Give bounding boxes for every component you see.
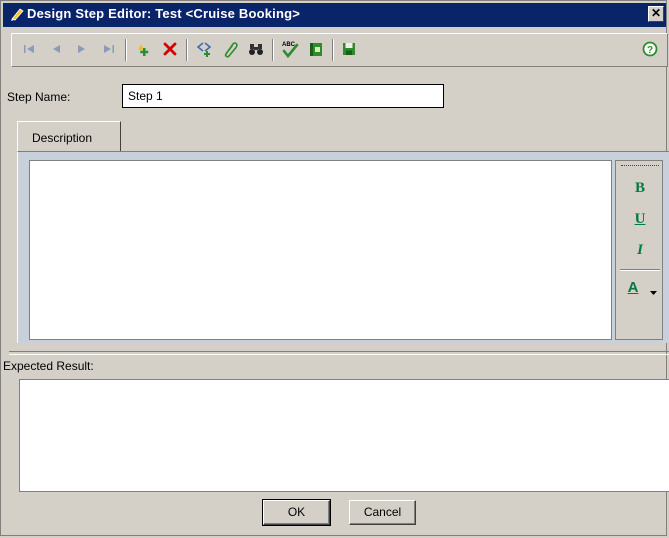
next-icon (75, 42, 89, 59)
insert-parameter-button[interactable] (193, 39, 215, 61)
spelling-button[interactable]: ABC (279, 39, 301, 61)
attachments-button[interactable] (219, 39, 241, 61)
tab-description[interactable]: Description (17, 121, 121, 152)
toolbar: ABC ? (11, 33, 668, 67)
window-title: Design Step Editor: Test <Cruise Booking… (27, 6, 301, 21)
first-icon (22, 42, 36, 59)
previous-icon (49, 42, 63, 59)
binoculars-icon (247, 40, 265, 61)
next-step-button[interactable] (71, 39, 93, 61)
spell-check-icon: ABC (280, 39, 300, 62)
delete-icon (162, 41, 178, 60)
toolbar-separator (332, 39, 334, 61)
pane-splitter[interactable] (9, 351, 669, 355)
svg-text:?: ? (647, 45, 653, 56)
help-button[interactable]: ? (639, 39, 661, 61)
thesaurus-button[interactable] (305, 39, 327, 61)
last-icon (102, 42, 116, 59)
toolbar-separator (186, 39, 188, 61)
book-icon (307, 40, 325, 61)
chevron-down-icon[interactable] (650, 285, 657, 299)
bold-button[interactable]: B (626, 177, 654, 199)
last-step-button[interactable] (98, 39, 120, 61)
step-name-input[interactable] (122, 84, 444, 108)
delete-step-button[interactable] (159, 39, 181, 61)
save-button[interactable] (338, 39, 360, 61)
format-separator (620, 269, 660, 271)
toolbar-separator (125, 39, 127, 61)
cancel-button[interactable]: Cancel (349, 500, 416, 525)
expected-result-label: Expected Result: (3, 359, 94, 373)
step-name-label: Step Name: (7, 90, 71, 104)
new-step-icon (134, 40, 152, 61)
underline-button[interactable]: U (626, 208, 654, 230)
save-icon (341, 41, 357, 60)
title-bar[interactable]: Design Step Editor: Test <Cruise Booking… (3, 3, 666, 27)
ok-button[interactable]: OK (262, 499, 331, 526)
toolbar-separator (272, 39, 274, 61)
first-step-button[interactable] (18, 39, 40, 61)
tab-description-label: Description (32, 131, 93, 145)
toolbar-grip[interactable] (621, 165, 659, 169)
design-step-editor-window: Design Step Editor: Test <Cruise Booking… (0, 0, 669, 536)
find-button[interactable] (245, 39, 267, 61)
close-button[interactable]: ✕ (648, 6, 664, 22)
pencil-icon (9, 6, 25, 22)
italic-button[interactable]: I (626, 239, 654, 261)
description-editor[interactable] (29, 160, 612, 340)
paperclip-icon (221, 40, 239, 61)
previous-step-button[interactable] (45, 39, 67, 61)
new-step-button[interactable] (132, 39, 154, 61)
expected-result-editor[interactable] (19, 379, 669, 492)
help-icon: ? (642, 41, 658, 60)
parameter-icon (195, 40, 213, 61)
font-color-button[interactable]: A (622, 277, 644, 299)
formatting-toolbar: B U I A (615, 160, 663, 340)
